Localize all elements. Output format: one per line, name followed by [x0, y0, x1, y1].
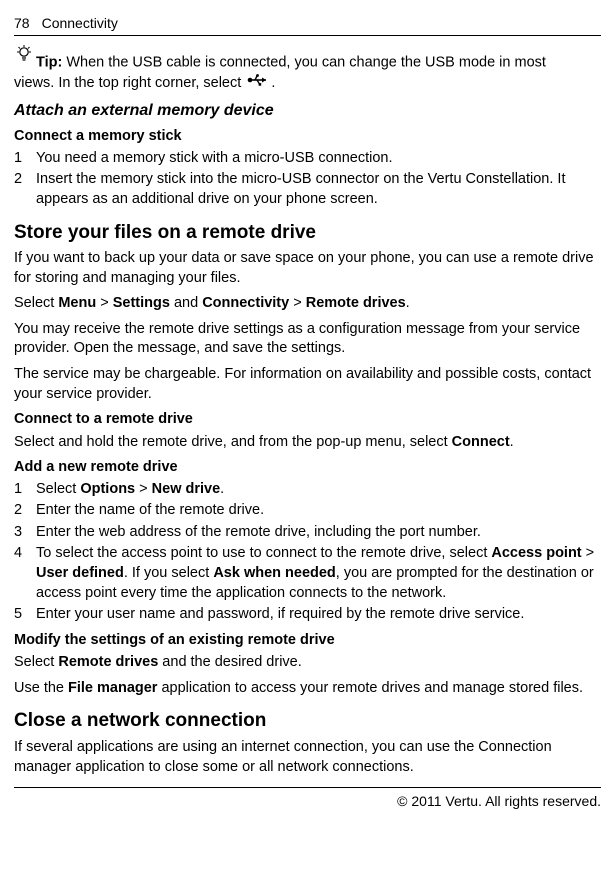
heading-modify-remote: Modify the settings of an existing remot… — [14, 631, 601, 651]
step4-user-defined: User defined — [36, 565, 124, 581]
attach-steps-list: 1You need a memory stick with a micro-US… — [14, 149, 601, 210]
tip-block: Tip: When the USB cable is connected, yo… — [14, 44, 601, 94]
store-nav-path: Select Menu > Settings and Connectivity … — [14, 294, 601, 314]
step-number: 5 — [14, 605, 36, 625]
store-p3: The service may be chargeable. For infor… — [14, 365, 601, 404]
store-p2: You may receive the remote drive setting… — [14, 320, 601, 359]
nav-settings: Settings — [113, 295, 170, 311]
connect-word: Connect — [452, 434, 510, 450]
step4-mid: . If you select — [124, 565, 213, 581]
fm-post: application to access your remote drives… — [157, 680, 583, 696]
list-item: 1Select Options > New drive. — [14, 480, 601, 500]
add-steps-list: 1Select Options > New drive. 2Enter the … — [14, 480, 601, 625]
step4-access-point: Access point — [491, 545, 581, 561]
step-number: 3 — [14, 523, 36, 543]
step-body: To select the access point to use to con… — [36, 544, 601, 603]
list-item: 4To select the access point to use to co… — [14, 544, 601, 603]
step-number: 1 — [14, 149, 36, 169]
list-item: 2Insert the memory stick into the micro-… — [14, 170, 601, 209]
step1-sep: > — [135, 481, 152, 497]
list-item: 3Enter the web address of the remote dri… — [14, 523, 601, 543]
step4-ask-when-needed: Ask when needed — [213, 565, 335, 581]
tip-body-2a: views. In the top right corner, select — [14, 75, 245, 91]
heading-close-connection: Close a network connection — [14, 708, 601, 734]
step-body: Enter your user name and password, if re… — [36, 605, 601, 625]
nav-period: . — [406, 295, 410, 311]
step-body: Enter the name of the remote drive. — [36, 501, 601, 521]
list-item: 5Enter your user name and password, if r… — [14, 605, 601, 625]
step1-post: . — [220, 481, 224, 497]
nav-sep: > — [96, 295, 113, 311]
fm-pre: Use the — [14, 680, 68, 696]
connect-pre: Select and hold the remote drive, and fr… — [14, 434, 452, 450]
nav-menu: Menu — [58, 295, 96, 311]
tip-label: Tip: — [36, 54, 62, 70]
page-container: 78 Connectivity Tip: When the USB cable … — [0, 0, 615, 821]
heading-store-files: Store your files on a remote drive — [14, 220, 601, 246]
nav-text: Select — [14, 295, 58, 311]
tip-text-line2: views. In the top right corner, select . — [14, 73, 601, 94]
lightbulb-icon — [14, 44, 34, 71]
tip-body-2b: . — [271, 75, 275, 91]
tip-body-1: When the USB cable is connected, you can… — [62, 54, 546, 70]
nav-sep: > — [289, 295, 306, 311]
copyright-text: © 2011 Vertu. All rights reserved. — [397, 793, 601, 809]
step-number: 1 — [14, 480, 36, 500]
heading-add-remote: Add a new remote drive — [14, 458, 601, 478]
step-body: Enter the web address of the remote driv… — [36, 523, 601, 543]
page-section-title: Connectivity — [42, 14, 118, 33]
step1-new-drive: New drive — [152, 481, 221, 497]
page-footer: © 2011 Vertu. All rights reserved. — [14, 787, 601, 811]
usb-icon — [247, 73, 269, 94]
step-body: Select Options > New drive. — [36, 480, 601, 500]
modify-fm-line: Use the File manager application to acce… — [14, 679, 601, 699]
heading-attach-external: Attach an external memory device — [14, 100, 601, 122]
page-number: 78 — [14, 14, 30, 33]
heading-connect-memory-stick: Connect a memory stick — [14, 127, 601, 147]
step-body: You need a memory stick with a micro-USB… — [36, 149, 601, 169]
heading-connect-remote: Connect to a remote drive — [14, 410, 601, 430]
step-number: 2 — [14, 501, 36, 521]
file-manager: File manager — [68, 680, 157, 696]
step1-pre: Select — [36, 481, 80, 497]
step-number: 4 — [14, 544, 36, 603]
step-number: 2 — [14, 170, 36, 209]
modify-post: and the desired drive. — [158, 654, 301, 670]
store-p1: If you want to back up your data or save… — [14, 249, 601, 288]
nav-and: and — [170, 295, 202, 311]
step4-pre: To select the access point to use to con… — [36, 545, 491, 561]
modify-remote-drives: Remote drives — [58, 654, 158, 670]
page-header: 78 Connectivity — [14, 14, 601, 36]
tip-text-line1: Tip: When the USB cable is connected, yo… — [36, 54, 546, 70]
step-body: Insert the memory stick into the micro-U… — [36, 170, 601, 209]
nav-connectivity: Connectivity — [202, 295, 289, 311]
list-item: 1You need a memory stick with a micro-US… — [14, 149, 601, 169]
connect-post: . — [510, 434, 514, 450]
list-item: 2Enter the name of the remote drive. — [14, 501, 601, 521]
close-p1: If several applications are using an int… — [14, 738, 601, 777]
step1-options: Options — [80, 481, 135, 497]
nav-remote-drives: Remote drives — [306, 295, 406, 311]
modify-line: Select Remote drives and the desired dri… — [14, 653, 601, 673]
connect-line: Select and hold the remote drive, and fr… — [14, 433, 601, 453]
step4-sep: > — [582, 545, 595, 561]
modify-pre: Select — [14, 654, 58, 670]
